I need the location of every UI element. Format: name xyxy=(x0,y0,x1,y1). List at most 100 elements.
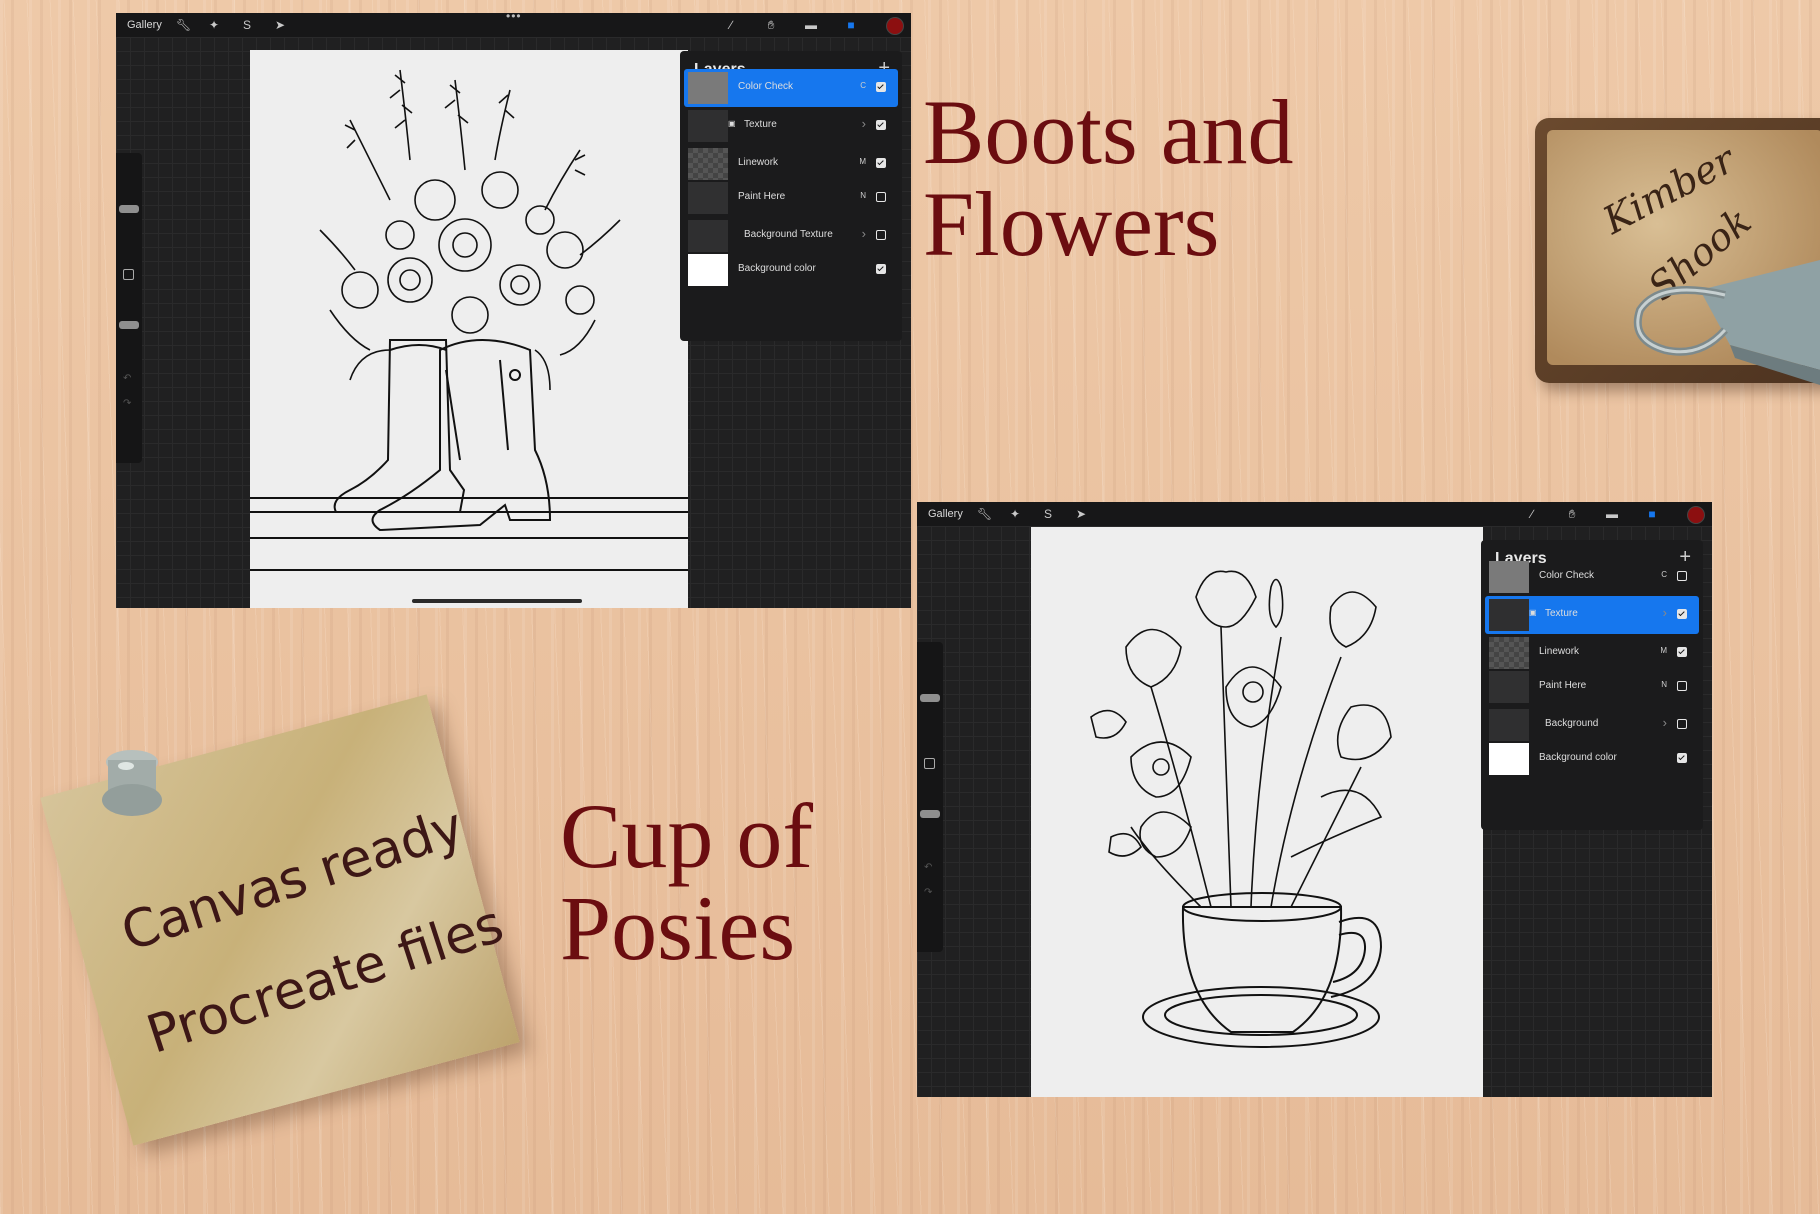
layer-visibility-checkbox[interactable] xyxy=(1677,719,1687,729)
magic-wand-icon[interactable]: ✦ xyxy=(207,18,221,32)
layer-visibility-checkbox[interactable] xyxy=(1677,753,1687,763)
layer-visibility-checkbox[interactable] xyxy=(876,158,886,168)
wrench-icon[interactable]: 🔧︎ xyxy=(977,507,992,521)
layer-row[interactable]: Color Check C xyxy=(1485,558,1699,596)
more-dots-icon[interactable]: ••• xyxy=(506,13,522,23)
redo-icon[interactable]: ↷ xyxy=(123,398,131,409)
layer-row[interactable]: Paint Here N xyxy=(684,179,898,217)
title-line: Cup of xyxy=(560,785,813,887)
chevron-right-icon[interactable]: › xyxy=(1663,715,1667,730)
boots-and-flowers-title: Boots and Flowers xyxy=(923,86,1294,270)
layer-row[interactable]: Background color xyxy=(1485,740,1699,778)
pushpin-icon xyxy=(102,750,162,816)
layer-thumbnail[interactable] xyxy=(1489,671,1529,703)
layer-row[interactable]: Background › xyxy=(1485,706,1699,744)
layer-thumbnail[interactable] xyxy=(688,72,728,104)
color-picker-icon[interactable] xyxy=(886,17,904,35)
layer-thumbnail[interactable] xyxy=(1489,709,1529,741)
layer-row[interactable]: Paint Here N xyxy=(1485,668,1699,706)
layer-visibility-checkbox[interactable] xyxy=(876,82,886,92)
brush-size-slider[interactable] xyxy=(119,205,139,213)
layer-row[interactable]: Background color xyxy=(684,251,898,289)
layer-thumbnail[interactable] xyxy=(688,110,728,142)
smudge-icon[interactable]: ✋︎ xyxy=(1565,507,1579,521)
layer-thumbnail[interactable] xyxy=(688,182,728,214)
layer-visibility-checkbox[interactable] xyxy=(876,192,886,202)
layer-name: Background color xyxy=(738,263,816,274)
layer-thumbnail[interactable] xyxy=(688,254,728,286)
layer-name: Background Texture xyxy=(744,229,833,240)
top-toolbar: Gallery 🔧︎ ✦ S ➤ ∕ ✋︎ ▬ ■ xyxy=(917,502,1712,526)
layer-name: Paint Here xyxy=(1539,680,1587,691)
blend-mode-badge[interactable]: N xyxy=(1661,680,1667,689)
procreate-window-cup: Gallery 🔧︎ ✦ S ➤ ∕ ✋︎ ▬ ■ ↶ ↷ Layers + C… xyxy=(917,502,1712,1097)
layer-visibility-checkbox[interactable] xyxy=(876,230,886,240)
brush-size-slider[interactable] xyxy=(920,694,940,702)
redo-icon[interactable]: ↷ xyxy=(924,887,932,898)
chevron-right-icon[interactable]: › xyxy=(862,226,866,241)
lock-icon: ▣ xyxy=(728,119,736,128)
selection-icon[interactable]: S xyxy=(1041,507,1055,521)
layer-row[interactable]: Background Texture › xyxy=(684,217,898,255)
opacity-slider[interactable] xyxy=(119,321,139,329)
left-sidebar: ↶ ↷ xyxy=(116,153,142,463)
title-line: Flowers xyxy=(923,173,1220,275)
opacity-slider[interactable] xyxy=(920,810,940,818)
layer-visibility-checkbox[interactable] xyxy=(1677,609,1687,619)
layer-thumbnail[interactable] xyxy=(1489,637,1529,669)
layer-row[interactable]: ▣ Texture › xyxy=(1485,596,1699,634)
chevron-right-icon[interactable]: › xyxy=(1663,605,1667,620)
layer-row[interactable]: Color Check C xyxy=(684,69,898,107)
layer-name: Texture xyxy=(1545,608,1578,619)
move-arrow-icon[interactable]: ➤ xyxy=(273,18,287,32)
eraser-icon[interactable]: ▬ xyxy=(804,18,818,32)
layer-name: Background color xyxy=(1539,752,1617,763)
brush-icon[interactable]: ∕ xyxy=(724,18,738,32)
lock-icon: ▣ xyxy=(1529,608,1537,617)
blend-mode-badge[interactable]: M xyxy=(1660,646,1667,655)
undo-icon[interactable]: ↶ xyxy=(924,862,932,873)
drawing-canvas[interactable] xyxy=(250,50,688,608)
chevron-right-icon[interactable]: › xyxy=(862,116,866,131)
modify-button[interactable] xyxy=(924,758,935,769)
layer-visibility-checkbox[interactable] xyxy=(1677,681,1687,691)
layer-visibility-checkbox[interactable] xyxy=(1677,647,1687,657)
layer-visibility-checkbox[interactable] xyxy=(876,264,886,274)
layer-name: Color Check xyxy=(1539,570,1595,581)
layer-thumbnail[interactable] xyxy=(1489,561,1529,593)
layer-row[interactable]: Linework M xyxy=(1485,634,1699,672)
eraser-icon[interactable]: ▬ xyxy=(1605,507,1619,521)
cup-posies-drawing xyxy=(1090,570,1392,1048)
layer-thumbnail[interactable] xyxy=(688,220,728,252)
color-picker-icon[interactable] xyxy=(1687,506,1705,524)
smudge-icon[interactable]: ✋︎ xyxy=(764,18,778,32)
layers-icon[interactable]: ■ xyxy=(844,18,858,32)
layer-name: Color Check xyxy=(738,81,794,92)
layer-thumbnail[interactable] xyxy=(688,148,728,180)
blend-mode-badge[interactable]: N xyxy=(860,191,866,200)
blend-mode-badge[interactable]: M xyxy=(859,157,866,166)
layer-name: Background xyxy=(1545,718,1599,729)
gallery-button[interactable]: Gallery xyxy=(127,13,162,37)
layer-thumbnail[interactable] xyxy=(1489,743,1529,775)
layers-icon[interactable]: ■ xyxy=(1645,507,1659,521)
drawing-canvas[interactable] xyxy=(1031,527,1483,1097)
modify-button[interactable] xyxy=(123,269,134,280)
layer-row[interactable]: Linework M xyxy=(684,145,898,183)
layer-row[interactable]: ▣ Texture › xyxy=(684,107,898,145)
layer-visibility-checkbox[interactable] xyxy=(1677,571,1687,581)
magic-wand-icon[interactable]: ✦ xyxy=(1008,507,1022,521)
title-line: Boots and xyxy=(923,81,1294,183)
undo-icon[interactable]: ↶ xyxy=(123,373,131,384)
blend-mode-badge[interactable]: C xyxy=(1661,570,1667,579)
procreate-window-boots: Gallery 🔧︎ ✦ S ➤ ••• ∕ ✋︎ ▬ ■ ↶ ↷ + Colo… xyxy=(116,13,911,608)
binder-clip-icon xyxy=(1633,260,1820,385)
wrench-icon[interactable]: 🔧︎ xyxy=(176,18,191,32)
layer-visibility-checkbox[interactable] xyxy=(876,120,886,130)
blend-mode-badge[interactable]: C xyxy=(860,81,866,90)
move-arrow-icon[interactable]: ➤ xyxy=(1074,507,1088,521)
gallery-button[interactable]: Gallery xyxy=(928,502,963,526)
layer-thumbnail[interactable] xyxy=(1489,599,1529,631)
brush-icon[interactable]: ∕ xyxy=(1525,507,1539,521)
selection-icon[interactable]: S xyxy=(240,18,254,32)
